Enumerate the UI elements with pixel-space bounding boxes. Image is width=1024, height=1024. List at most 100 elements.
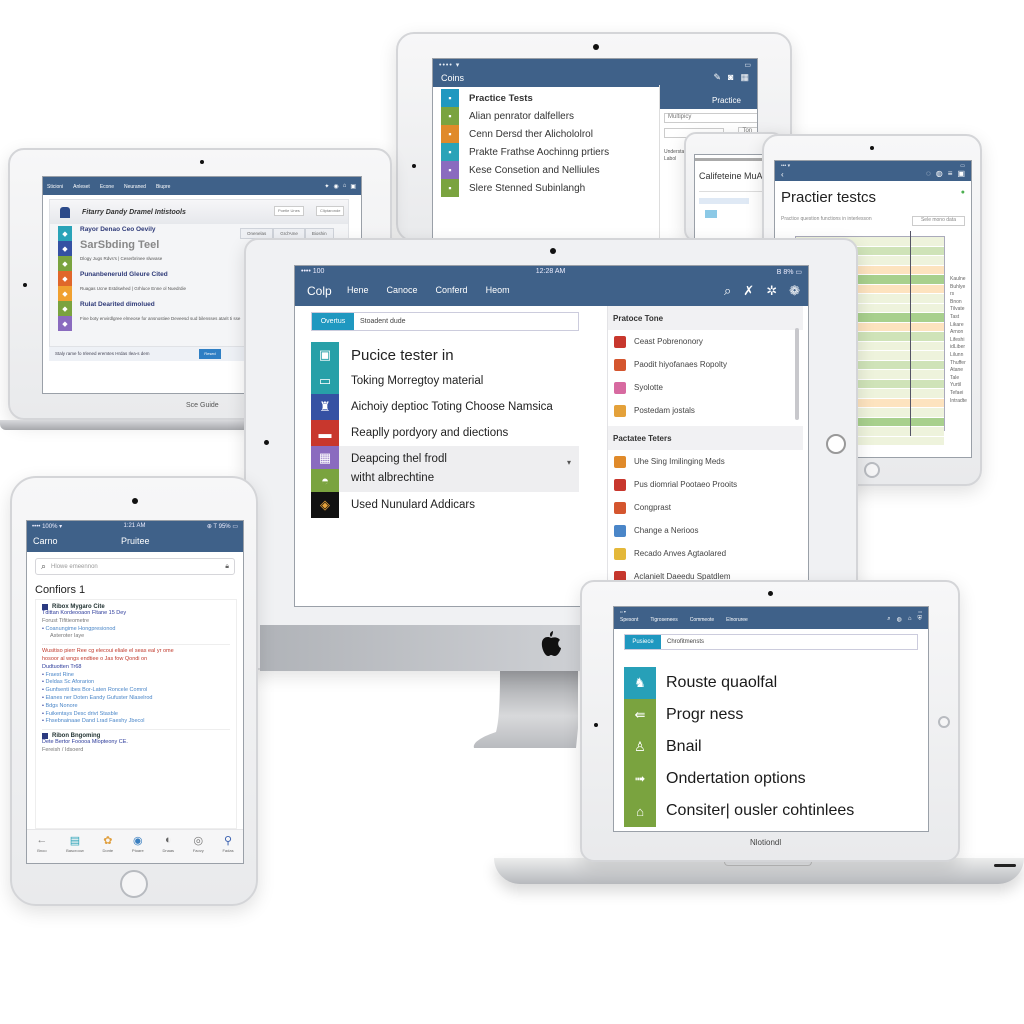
list-item[interactable]: ▭ Toking Morregtoy material bbox=[311, 368, 579, 394]
list-item[interactable]: ▪ Alian penrator dalfellers bbox=[441, 107, 609, 125]
nav-link[interactable]: Anleset bbox=[73, 184, 90, 190]
nav-back-button[interactable]: Carno bbox=[33, 536, 58, 546]
home-button[interactable] bbox=[864, 462, 880, 478]
user-icon[interactable]: ◉ bbox=[333, 183, 338, 190]
bullet-link[interactable]: Gunfsenti ibes Bor-Laten Roncele Comrol bbox=[42, 687, 230, 695]
list-item[interactable]: ♜ Aichoiy deptioc Toting Choose Namsica bbox=[311, 394, 579, 420]
back-icon[interactable]: ‹ bbox=[781, 170, 784, 179]
nav-link[interactable]: Neuraned bbox=[124, 184, 146, 190]
side-list-item[interactable]: Pus diomrial Pootaeo Prooits bbox=[608, 473, 803, 496]
search-bar[interactable]: Pusiece Chrofitmensts bbox=[624, 634, 918, 650]
search-bar[interactable]: Overtus Stoadent dude bbox=[311, 312, 579, 331]
tab-bascroow[interactable]: ▤ Bascroow bbox=[66, 834, 84, 863]
footer-button[interactable]: Resed bbox=[199, 349, 221, 359]
tab-ptoare[interactable]: ◉ Ptoare bbox=[132, 834, 144, 863]
nav-link[interactable]: Sticioni bbox=[47, 184, 63, 190]
side-list-item[interactable]: Syolotte bbox=[608, 376, 803, 399]
list-item[interactable]: ♞ Rouste quaolfal bbox=[624, 667, 854, 699]
refresh-icon[interactable]: ◌ bbox=[926, 169, 931, 178]
search-input[interactable]: Chrofitmensts bbox=[661, 635, 704, 649]
nav-link[interactable]: Hene bbox=[347, 285, 369, 295]
scrollbar[interactable] bbox=[795, 328, 799, 420]
list-item[interactable]: ⌂ Consiter| ousler cohtinlees bbox=[624, 795, 854, 827]
tab-faovy[interactable]: ◎ Faovy bbox=[193, 834, 204, 863]
gear-icon[interactable]: ✲ bbox=[766, 283, 777, 299]
search-icon[interactable]: ⌕ bbox=[887, 616, 890, 623]
side-list-item[interactable]: Paodit hiyofanaes Ropolty bbox=[608, 353, 803, 376]
list-item[interactable]: ▪ Slere Stenned Subinlangh bbox=[441, 179, 609, 197]
list-item[interactable]: ◆ SarSbding Teel bbox=[58, 240, 240, 256]
bullet-link[interactable]: Fuikentays Desc drivt Stasble bbox=[42, 711, 230, 719]
settings-icon[interactable]: ◍ bbox=[897, 616, 902, 623]
nav-link[interactable]: Elnoruree bbox=[726, 617, 748, 623]
list-item[interactable]: ▪ Kese Consetion and Nelliules bbox=[441, 161, 609, 179]
home-button[interactable] bbox=[120, 870, 148, 898]
tab-donte[interactable]: ✿ Donte bbox=[102, 834, 113, 863]
list-item[interactable]: ◆ Punanbeneruld Gleure Cited bbox=[58, 271, 240, 286]
home-button[interactable] bbox=[826, 434, 846, 454]
list-item[interactable]: ➟ Ondertation options bbox=[624, 763, 854, 795]
tools-icon[interactable]: ✗ bbox=[743, 283, 754, 299]
list-item[interactable]: ▪ Practice Tests bbox=[441, 89, 609, 107]
list-item[interactable]: ♙ Bnail bbox=[624, 731, 854, 763]
list-item[interactable]: ▬ Reaplly pordyory and diections bbox=[311, 420, 579, 446]
nav-link[interactable]: Canoce bbox=[387, 285, 418, 295]
home-icon[interactable]: ⌂ bbox=[343, 183, 347, 190]
chevron-down-icon[interactable]: ▾ bbox=[567, 458, 571, 467]
bullet-link[interactable]: Fhsebnainaae Dand Lrad Faeshy Jbecol bbox=[42, 718, 230, 726]
shield-icon[interactable]: ⛨ bbox=[917, 616, 922, 623]
list-item[interactable]: ◆ Rulat Dearited dimolued bbox=[58, 301, 240, 316]
bullet-link[interactable]: Bdgs Nonore bbox=[42, 703, 230, 711]
home-button[interactable] bbox=[938, 716, 950, 728]
alert-icon[interactable]: ✦ bbox=[324, 183, 329, 190]
search-input[interactable]: Stoadent dude bbox=[354, 313, 406, 330]
tab-dnaas[interactable]: ◐ Dnaas bbox=[162, 834, 174, 863]
panel-button-2[interactable]: Cliptaronde bbox=[316, 206, 345, 216]
edit-icon[interactable]: ✎ bbox=[714, 72, 722, 83]
list-item[interactable]: ⇚ Progr ness bbox=[624, 699, 854, 731]
nav-link[interactable]: Spesont bbox=[620, 617, 638, 623]
side-list-item[interactable]: Ceast Pobrenonory bbox=[608, 330, 803, 353]
search-category[interactable]: Pusiece bbox=[625, 635, 661, 649]
profile-icon[interactable]: ▣ bbox=[957, 169, 965, 178]
list-item[interactable]: ▪ Cenn Dersd ther Alichololrol bbox=[441, 125, 609, 143]
camera-icon[interactable]: ◙ bbox=[728, 72, 733, 83]
bullet-link[interactable]: Fraest Rine bbox=[42, 672, 230, 680]
nav-link[interactable]: Commeote bbox=[690, 617, 714, 623]
nav-link[interactable]: Biupre bbox=[156, 184, 170, 190]
side-list-item[interactable]: Postedam jostals bbox=[608, 399, 803, 422]
panel-button-1[interactable]: Poetle Unes bbox=[274, 206, 304, 216]
menu-icon[interactable]: ≡ bbox=[948, 169, 953, 178]
search-icon[interactable]: ⌕ bbox=[724, 283, 731, 299]
brand-logo[interactable]: Colp bbox=[307, 284, 332, 298]
side-list-item[interactable]: Change a Nerioos bbox=[608, 519, 803, 542]
side-list-item[interactable]: Uhe Sing Imilinging Meds bbox=[608, 450, 803, 473]
embedded-field[interactable]: Multipicy bbox=[664, 113, 757, 123]
list-item[interactable]: ▣ Pucice tester in bbox=[311, 342, 579, 368]
bullet-link[interactable]: Coanungime Hongpresionod bbox=[42, 626, 230, 634]
filter-select[interactable]: Sele mono data bbox=[911, 216, 965, 226]
search-input[interactable]: ⌕ Hlowe emeennon 🔒︎ bbox=[35, 558, 235, 575]
search-category[interactable]: Overtus bbox=[312, 313, 354, 330]
side-list-item[interactable]: Congprast bbox=[608, 496, 803, 519]
home-icon[interactable]: ⌂ bbox=[908, 616, 912, 623]
list-item[interactable]: ◆ Ruagas Ucne Estdswhed | Grhluce Enne ol… bbox=[58, 286, 240, 301]
side-list-item[interactable]: Recado Anves Agtaolared bbox=[608, 542, 803, 565]
nav-link[interactable]: Heom bbox=[486, 285, 510, 295]
list-item[interactable]: ◈ Used Nunulard Addicars bbox=[311, 492, 579, 518]
profile-icon[interactable]: ❁ bbox=[789, 283, 800, 299]
list-item[interactable]: ▦ ◓ Deapcing thel frodl witht albrechtine ▾ bbox=[311, 446, 579, 492]
list-item[interactable]: ▪ Prakte Frathse Aochinng prtiers bbox=[441, 143, 609, 161]
bullet-link[interactable]: Deldas Sc Aforarion bbox=[42, 679, 230, 687]
list-item[interactable]: ◆ Fine boty envirdlgree elmeose for ansno… bbox=[58, 316, 240, 331]
bullet-link[interactable]: Elanes ner Doten Eandy Gufuster Nlaselro… bbox=[42, 695, 230, 703]
nav-link[interactable]: Tigrosenees bbox=[650, 617, 677, 623]
grid-icon[interactable]: ▦ bbox=[740, 72, 749, 83]
nav-link[interactable]: Conferd bbox=[436, 285, 468, 295]
tab-fadas[interactable]: ⚲ Fadas bbox=[222, 834, 233, 863]
profile-icon[interactable]: ▣ bbox=[350, 183, 356, 190]
share-icon[interactable]: ◍ bbox=[936, 169, 943, 178]
tab-bnoo[interactable]: ← Bnoo bbox=[36, 834, 47, 863]
nav-link[interactable]: Econe bbox=[100, 184, 114, 190]
list-item[interactable]: ◆ Dlogy Jugs Rdvs's | Ceserbrinee slwvase bbox=[58, 256, 240, 271]
